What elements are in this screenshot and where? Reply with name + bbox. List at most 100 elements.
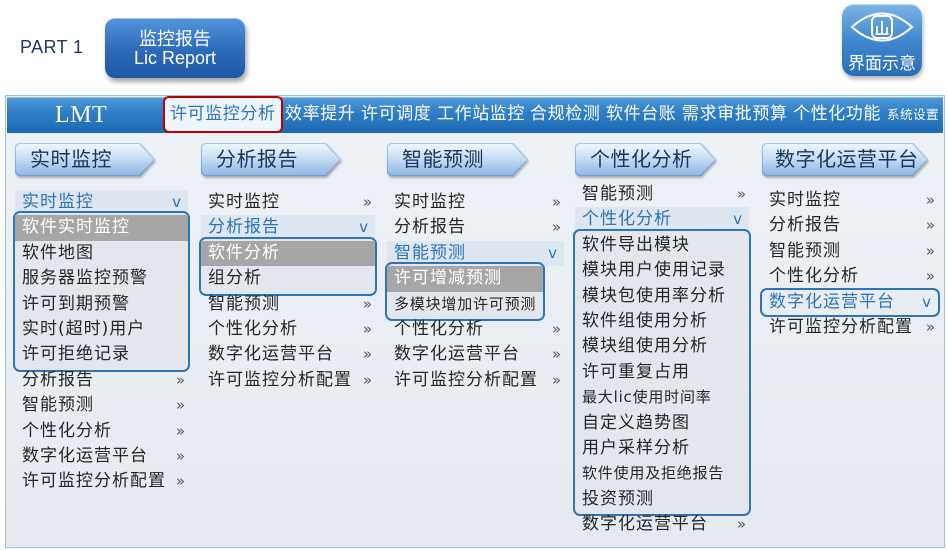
submenu-item[interactable]: 软件地图 xyxy=(15,241,188,266)
double-chevron-right-icon[interactable]: » xyxy=(926,264,935,289)
nav-license-scheduling[interactable]: 许可调度 xyxy=(354,96,438,133)
menu-item[interactable]: 智能预测 » xyxy=(575,182,749,207)
double-chevron-right-icon[interactable]: » xyxy=(176,368,185,393)
double-chevron-right-icon[interactable]: » xyxy=(926,188,935,213)
menu-item[interactable]: 许可监控分析配置 » xyxy=(201,368,375,393)
submenu-item[interactable]: 最大lic使用时间率 xyxy=(575,385,749,410)
chevron-down-icon[interactable]: v xyxy=(548,241,557,266)
menu-item-label: 许可监控分析配置 xyxy=(22,471,166,492)
menu-item[interactable]: 分析报告 » xyxy=(15,368,188,393)
menu-item[interactable]: 个性化分析 » xyxy=(762,264,938,289)
submenu: 软件导出模块 模块用户使用记录 模块包使用率分析 软件组使用分析 模块组使用分析 许可重复… xyxy=(573,228,751,517)
double-chevron-right-icon[interactable]: » xyxy=(737,182,746,207)
lic-report-button[interactable]: 监控报告 Lic Report xyxy=(105,18,245,78)
submenu-item[interactable]: 用户采样分析 xyxy=(575,436,749,461)
double-chevron-right-icon[interactable]: » xyxy=(176,393,185,418)
double-chevron-right-icon[interactable]: » xyxy=(552,342,561,367)
submenu-item[interactable]: 软件使用及拒绝报告 xyxy=(575,461,749,486)
menu-item-label: 数字化运营平台 xyxy=(769,291,895,312)
submenu-item[interactable]: 软件组使用分析 xyxy=(575,309,749,334)
nav-demand-approval-budget[interactable]: 需求审批预算 xyxy=(675,96,795,133)
menu-item-label: 实时监控 xyxy=(22,192,94,212)
submenu-item[interactable]: 组分析 xyxy=(201,266,375,291)
menu-item[interactable]: 许可监控分析配置 » xyxy=(15,469,188,494)
menu-item[interactable]: 智能预测 » xyxy=(762,239,938,264)
report-button-title: 监控报告 xyxy=(139,29,211,49)
nav-efficiency-improvement[interactable]: 效率提升 xyxy=(278,96,362,133)
submenu-item[interactable]: 许可重复占用 xyxy=(575,360,749,385)
menu-item[interactable]: 许可监控分析配置 » xyxy=(387,368,564,393)
column-realtime-monitoring-menu: 实时监控 v 软件实时监控 软件地图 服务器监控预警 许可到期预警 实时(超时)用户 许可拒绝… xyxy=(13,190,190,495)
menu-item[interactable]: 智能预测 » xyxy=(15,393,188,418)
submenu-item[interactable]: 投资预测 xyxy=(575,487,749,512)
double-chevron-right-icon[interactable]: » xyxy=(363,190,372,215)
nav-software-ledger[interactable]: 软件台账 xyxy=(599,96,683,133)
chevron-down-icon[interactable]: v xyxy=(922,290,931,315)
tab-realtime-monitoring[interactable]: 实时监控 xyxy=(15,143,155,176)
submenu-item[interactable]: 模块包使用率分析 xyxy=(575,284,749,309)
double-chevron-right-icon[interactable]: » xyxy=(926,239,935,264)
menu-item-label: 个性化分析 xyxy=(208,318,298,339)
menu-item[interactable]: 数字化运营平台 » xyxy=(15,444,188,469)
menu-item-label: 实时监控 xyxy=(394,192,466,212)
submenu-item[interactable]: 软件导出模块 xyxy=(575,233,749,258)
double-chevron-right-icon[interactable]: » xyxy=(363,292,372,317)
double-chevron-right-icon[interactable]: » xyxy=(552,368,561,393)
nav-compliance-check[interactable]: 合规检测 xyxy=(523,96,607,133)
double-chevron-right-icon[interactable]: » xyxy=(737,512,746,537)
double-chevron-right-icon[interactable]: » xyxy=(176,469,185,494)
submenu-item[interactable]: 多模块增加许可预测 xyxy=(387,292,543,317)
double-chevron-right-icon[interactable]: » xyxy=(176,419,185,444)
menu-item[interactable]: 实时监控 » xyxy=(201,190,375,215)
double-chevron-right-icon[interactable]: » xyxy=(552,190,561,215)
menu-item[interactable]: 分析报告 » xyxy=(387,215,564,240)
menu-item[interactable]: 分析报告 » xyxy=(762,213,938,238)
menu-item[interactable]: 智能预测 » xyxy=(201,292,375,317)
tab-personalized-analysis[interactable]: 个性化分析 xyxy=(575,143,716,176)
menu-item[interactable]: 数字化运营平台 v xyxy=(762,289,938,315)
double-chevron-right-icon[interactable]: » xyxy=(552,215,561,240)
menu-item[interactable]: 许可监控分析配置 » xyxy=(762,315,938,340)
menu-item[interactable]: 个性化分析 » xyxy=(387,317,564,342)
menu-item[interactable]: 个性化分析 » xyxy=(15,419,188,444)
submenu-item[interactable]: 自定义趋势图 xyxy=(575,411,749,436)
part-label: PART 1 xyxy=(20,37,84,57)
app-logo: LMT xyxy=(55,102,108,128)
menu-item-label: 分析报告 xyxy=(394,217,466,238)
menu-item[interactable]: 实时监控 » xyxy=(762,188,938,213)
double-chevron-right-icon[interactable]: » xyxy=(926,315,935,340)
nav-system-settings[interactable]: 系统设置 xyxy=(880,96,943,133)
tab-smart-forecast[interactable]: 智能预测 xyxy=(387,143,528,176)
double-chevron-right-icon[interactable]: » xyxy=(926,213,935,238)
submenu-item[interactable]: 许可拒绝记录 xyxy=(15,342,188,367)
menu-item[interactable]: 个性化分析 » xyxy=(201,317,375,342)
double-chevron-right-icon[interactable]: » xyxy=(363,342,372,367)
double-chevron-right-icon[interactable]: » xyxy=(363,368,372,393)
submenu-item[interactable]: 模块组使用分析 xyxy=(575,334,749,359)
menu-item[interactable]: 实时监控 » xyxy=(387,190,564,215)
submenu-item[interactable]: 许可到期预警 xyxy=(15,292,188,317)
double-chevron-right-icon[interactable]: » xyxy=(363,317,372,342)
menu-item-label: 实时监控 xyxy=(208,192,280,212)
submenu-item[interactable]: 软件实时监控 xyxy=(15,215,188,241)
submenu-item[interactable]: 实时(超时)用户 xyxy=(15,317,188,342)
submenu-item[interactable]: 软件分析 xyxy=(201,240,375,267)
tab-analysis-report[interactable]: 分析报告 xyxy=(201,143,341,176)
nav-personalization[interactable]: 个性化功能 xyxy=(786,96,888,133)
submenu: 许可增减预测 多模块增加许可预测 xyxy=(385,262,545,321)
nav-license-monitoring-analysis[interactable]: 许可监控分析 xyxy=(163,96,283,133)
submenu-item[interactable]: 服务器监控预警 xyxy=(15,266,188,291)
double-chevron-right-icon[interactable]: » xyxy=(552,317,561,342)
menu-item[interactable]: 数字化运营平台 » xyxy=(575,512,749,537)
submenu-item[interactable]: 模块用户使用记录 xyxy=(575,258,749,283)
tab-label: 智能预测 xyxy=(402,147,484,171)
menu-item[interactable]: 数字化运营平台 » xyxy=(201,342,375,367)
nav-workstation-monitoring[interactable]: 工作站监控 xyxy=(430,96,532,133)
menu-item-label: 许可监控分析配置 xyxy=(769,316,913,337)
menu-item-label: 分析报告 xyxy=(22,369,94,390)
submenu-item[interactable]: 许可增减预测 xyxy=(387,266,543,292)
menu-item-label: 智能预测 xyxy=(22,395,94,416)
double-chevron-right-icon[interactable]: » xyxy=(176,444,185,469)
menu-item[interactable]: 数字化运营平台 » xyxy=(387,342,564,367)
tab-digital-operations-platform[interactable]: 数字化运营平台 xyxy=(762,143,928,176)
